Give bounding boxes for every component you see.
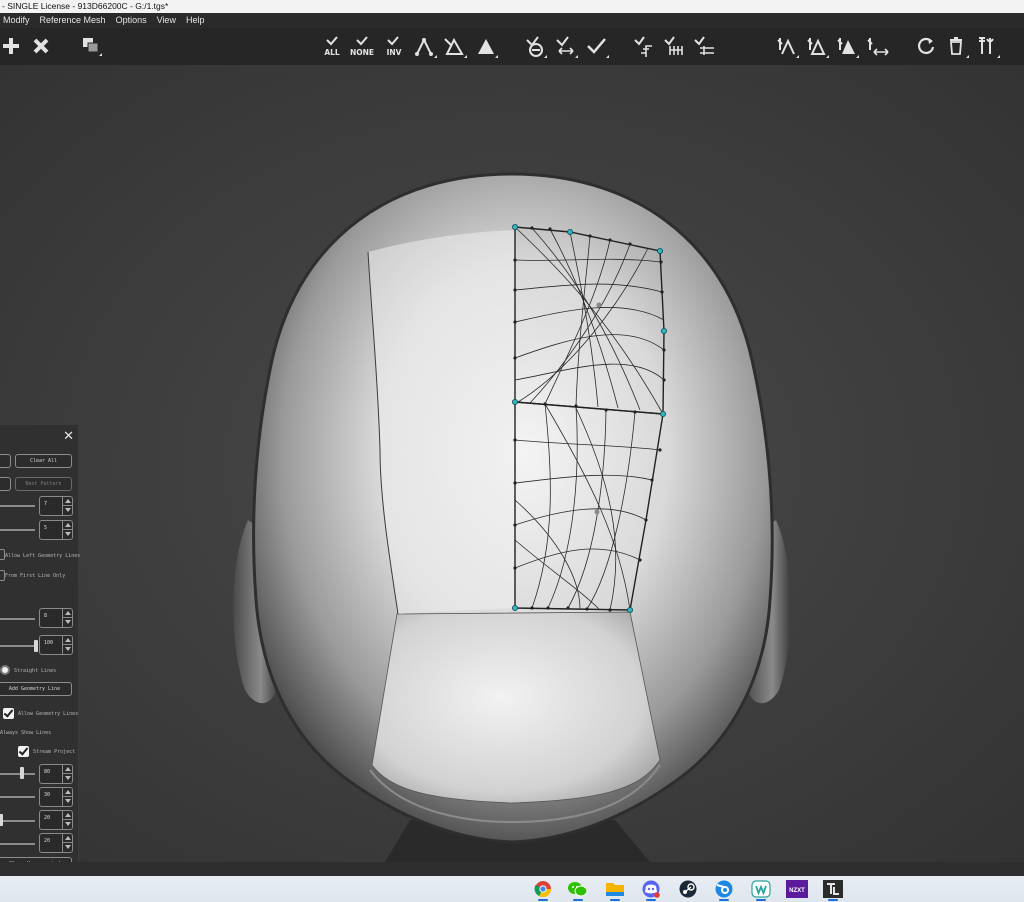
chrome-icon[interactable] xyxy=(532,879,554,901)
slider-e-handle[interactable] xyxy=(20,767,24,779)
toolbar: ALL NONE INV xyxy=(0,28,1024,65)
browser-icon[interactable] xyxy=(750,879,772,901)
forehead-patch xyxy=(368,230,515,614)
status-strip xyxy=(0,862,1024,876)
spin-down-icon[interactable] xyxy=(62,530,72,539)
duplicate-icon[interactable] xyxy=(80,35,104,61)
slider-g[interactable] xyxy=(0,820,35,822)
edge-loop-icon[interactable] xyxy=(524,35,548,61)
spin-down-icon[interactable] xyxy=(62,618,72,627)
relax-slide-icon[interactable] xyxy=(866,35,892,61)
panel-button-partial-1[interactable] xyxy=(0,454,11,468)
spin-up-icon[interactable] xyxy=(62,765,72,774)
window-title: - SINGLE License - 913D66200C - G:/1.tgs… xyxy=(0,0,1024,13)
select-faces-icon[interactable] xyxy=(475,35,499,61)
slider-d-handle[interactable] xyxy=(34,640,38,652)
strip-up-icon[interactable] xyxy=(634,35,658,61)
tool-panel: ✕ Clear All Next Pattern 7 5 Allow Left … xyxy=(0,425,81,875)
nzxt-icon[interactable]: NZXT xyxy=(786,879,808,899)
wechat-icon[interactable] xyxy=(567,879,589,901)
blender-icon[interactable] xyxy=(713,879,735,901)
file-explorer-icon[interactable] xyxy=(604,879,626,901)
add-geometry-line-button[interactable]: Add Geometry Line xyxy=(0,682,72,696)
taskbar: NZXT xyxy=(0,876,1024,902)
spin-up-icon[interactable] xyxy=(62,497,72,506)
nzxt-label: NZXT xyxy=(789,888,805,894)
straight-lines-radio[interactable] xyxy=(0,665,10,675)
slider-b[interactable] xyxy=(0,529,35,531)
select-edges-icon[interactable] xyxy=(444,35,468,61)
slider-f[interactable] xyxy=(0,796,35,798)
menu-modify[interactable]: Modify xyxy=(3,13,30,28)
spin-down-icon[interactable] xyxy=(62,843,72,852)
add-icon[interactable] xyxy=(2,35,20,61)
straight-lines-label: Straight Lines xyxy=(14,668,57,674)
spin-g[interactable]: 20 xyxy=(39,810,73,830)
select-all-button[interactable]: ALL xyxy=(322,35,342,61)
spin-down-icon[interactable] xyxy=(62,645,72,654)
3d-viewport[interactable] xyxy=(0,65,1024,862)
slider-a[interactable] xyxy=(0,505,35,507)
steam-icon[interactable] xyxy=(677,879,699,899)
spin-f[interactable]: 30 xyxy=(39,787,73,807)
slider-e[interactable] xyxy=(0,773,35,775)
spin-c[interactable]: 8 xyxy=(39,608,73,628)
select-invert-button[interactable]: INV xyxy=(384,35,404,61)
menu-reference-mesh[interactable]: Reference Mesh xyxy=(40,13,106,28)
stream-project-label: Stream Project xyxy=(33,749,76,755)
trash-icon[interactable] xyxy=(946,35,970,61)
relax-faces-icon[interactable] xyxy=(836,35,860,61)
spin-down-icon[interactable] xyxy=(62,506,72,515)
menu-options[interactable]: Options xyxy=(116,13,147,28)
delete-icon[interactable] xyxy=(32,35,50,61)
edge-ring-icon[interactable] xyxy=(555,35,579,61)
strip-split-icon[interactable] xyxy=(694,35,718,61)
allow-geometry-lines-checkbox[interactable] xyxy=(3,708,14,719)
relax-vertices-icon[interactable] xyxy=(776,35,800,61)
allow-left-geometry-label: Allow Left Geometry Lines xyxy=(5,553,81,559)
spin-up-icon[interactable] xyxy=(62,811,72,820)
spin-up-icon[interactable] xyxy=(62,636,72,645)
spin-up-icon[interactable] xyxy=(62,521,72,530)
strip-grid-icon[interactable] xyxy=(664,35,688,61)
slider-h[interactable] xyxy=(0,843,35,845)
spin-d[interactable]: 100 xyxy=(39,635,73,655)
viewport-canvas[interactable] xyxy=(0,65,1024,862)
select-vertices-icon[interactable] xyxy=(414,35,438,61)
spin-h[interactable]: 20 xyxy=(39,833,73,853)
allow-geometry-lines-label: Allow Geometry Lines xyxy=(18,711,79,717)
menu-help[interactable]: Help xyxy=(186,13,205,28)
refresh-icon[interactable] xyxy=(915,35,937,61)
clear-all-button[interactable]: Clear All xyxy=(15,454,72,468)
spin-b[interactable]: 5 xyxy=(39,520,73,540)
always-show-lines-label: Always Show Lines xyxy=(0,730,52,736)
topogun-icon[interactable] xyxy=(822,879,844,901)
menu-bar: Modify Reference Mesh Options View Help xyxy=(0,13,1024,28)
confirm-icon[interactable] xyxy=(586,35,610,61)
stream-project-checkbox[interactable] xyxy=(18,746,29,757)
select-none-button[interactable]: NONE xyxy=(350,35,374,61)
spin-up-icon[interactable] xyxy=(62,609,72,618)
spin-down-icon[interactable] xyxy=(62,797,72,806)
spin-up-icon[interactable] xyxy=(62,788,72,797)
discord-icon[interactable] xyxy=(640,879,662,901)
spin-down-icon[interactable] xyxy=(62,774,72,783)
relax-edges-icon[interactable] xyxy=(806,35,830,61)
spin-down-icon[interactable] xyxy=(62,820,72,829)
slider-c[interactable] xyxy=(0,618,35,620)
spin-a[interactable]: 7 xyxy=(39,496,73,516)
close-icon[interactable]: ✕ xyxy=(63,429,74,444)
face-plane xyxy=(371,611,661,804)
tools-icon[interactable] xyxy=(976,35,1002,61)
spin-e[interactable]: 80 xyxy=(39,764,73,784)
panel-button-partial-2[interactable] xyxy=(0,477,11,491)
from-first-line-label: From First Line Only xyxy=(5,573,66,579)
slider-d[interactable] xyxy=(0,645,35,647)
slider-g-handle[interactable] xyxy=(0,814,3,826)
spin-up-icon[interactable] xyxy=(62,834,72,843)
menu-view[interactable]: View xyxy=(157,13,176,28)
next-pattern-button[interactable]: Next Pattern xyxy=(15,477,72,491)
